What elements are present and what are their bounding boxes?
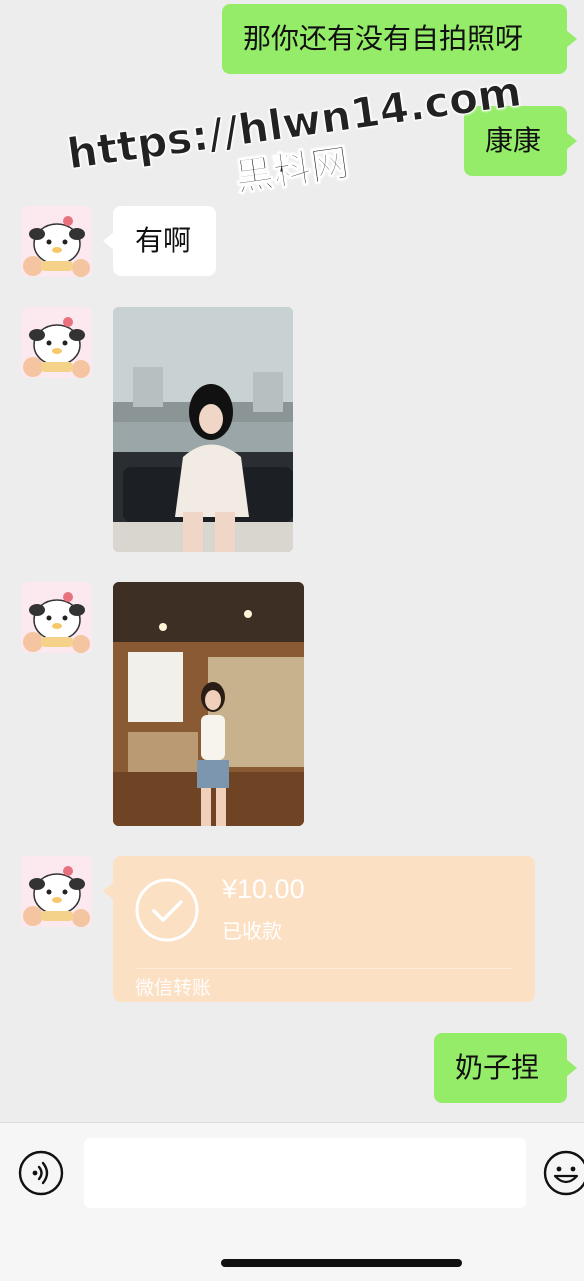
message-text: 奶子捏: [455, 1051, 540, 1084]
avatar-image: [21, 856, 92, 927]
transfer-status: 已收款: [222, 919, 282, 943]
avatar[interactable]: [21, 582, 92, 653]
home-indicator[interactable]: [221, 1259, 462, 1267]
message-bubble-incoming[interactable]: 有啊: [103, 206, 216, 276]
message-bubble-outgoing[interactable]: 那你还有没有自拍照呀: [222, 4, 577, 74]
photo-image: [113, 307, 293, 552]
avatar-image: [21, 206, 92, 277]
photo-message[interactable]: [113, 307, 293, 552]
message-text: 有啊: [135, 224, 192, 257]
avatar[interactable]: [21, 307, 92, 378]
avatar[interactable]: [21, 856, 92, 927]
divider: [135, 968, 513, 969]
message-bubble-outgoing[interactable]: 奶子捏: [434, 1033, 577, 1103]
transfer-card[interactable]: ¥10.00 已收款 微信转账: [103, 856, 535, 1002]
input-bar: [0, 1122, 584, 1281]
avatar[interactable]: [21, 206, 92, 277]
message-input[interactable]: [84, 1138, 526, 1208]
check-circle-icon: [135, 878, 199, 942]
avatar-image: [21, 307, 92, 378]
transfer-type-label: 微信转账: [135, 977, 212, 999]
transfer-amount: ¥10.00: [222, 874, 305, 904]
voice-icon[interactable]: [18, 1150, 64, 1196]
message-text: 那你还有没有自拍照呀: [243, 22, 524, 55]
avatar-image: [21, 582, 92, 653]
emoji-icon[interactable]: [543, 1150, 584, 1196]
photo-image: [113, 582, 304, 826]
photo-message[interactable]: [113, 582, 304, 826]
